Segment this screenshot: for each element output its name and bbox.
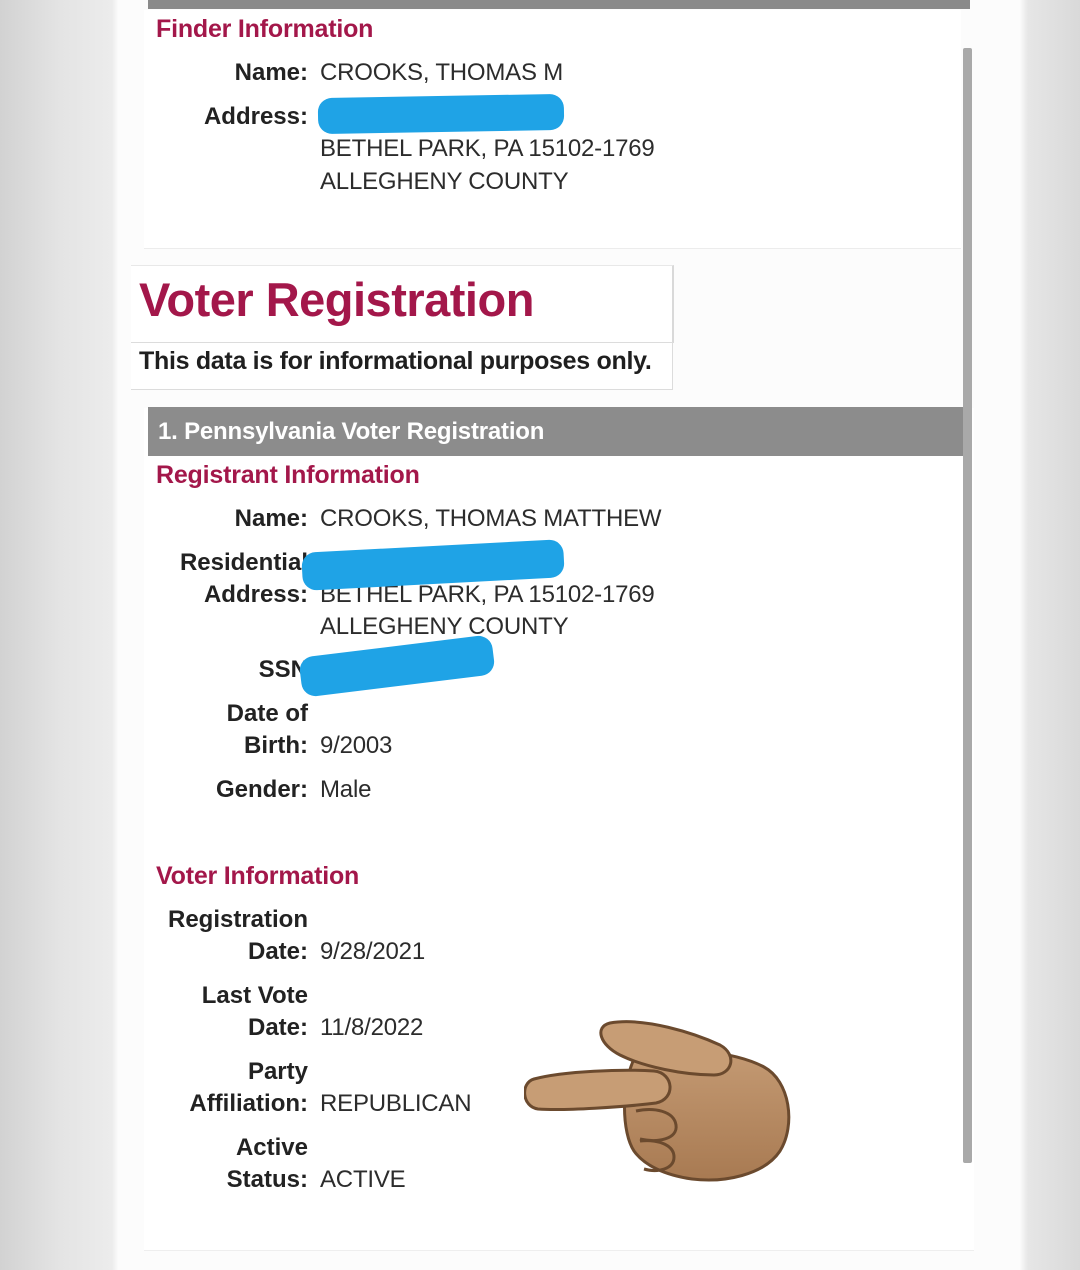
page-title: Voter Registration	[139, 273, 534, 326]
finder-address-label: Address:	[203, 103, 308, 130]
dob-value: 9/2003	[320, 732, 393, 759]
party-label-line1: Party	[247, 1058, 308, 1085]
party-affiliation-value: REPUBLICAN	[320, 1090, 472, 1117]
finder-name-value: CROOKS, THOMAS M	[320, 59, 564, 86]
registration-date-value: 9/28/2021	[320, 938, 425, 965]
record-header-label: 1. Pennsylvania Voter Registration	[158, 418, 545, 445]
last-vote-label-line1: Last Vote	[201, 982, 308, 1009]
registrant-section-title: Registrant Information	[156, 461, 420, 489]
gender-value: Male	[320, 776, 372, 803]
registrant-name-value: CROOKS, THOMAS MATTHEW	[320, 505, 662, 532]
voter-info-section-title: Voter Information	[156, 862, 360, 890]
finder-address-line3: ALLEGHENY COUNTY	[320, 168, 569, 195]
residential-address-line3: ALLEGHENY COUNTY	[320, 613, 569, 640]
top-bar	[148, 0, 970, 9]
registration-label-line2: Date:	[247, 938, 308, 965]
last-vote-date-value: 11/8/2022	[320, 1014, 424, 1041]
redaction-mark-finder-address	[317, 93, 565, 135]
status-label-line1: Active	[235, 1134, 308, 1161]
residential-label-line2: Address:	[203, 581, 308, 608]
dob-label-line1: Date of	[226, 700, 308, 727]
finder-name-label: Name:	[234, 59, 308, 86]
finder-section-title: Finder Information	[156, 15, 374, 43]
record-header: 1. Pennsylvania Voter Registration	[148, 407, 970, 456]
residential-label-line1: Residential	[179, 549, 308, 576]
registrant-name-label: Name:	[234, 505, 308, 532]
disclaimer-text: This data is for informational purposes …	[139, 347, 652, 375]
finder-address-line2: BETHEL PARK, PA 15102-1769	[320, 135, 655, 162]
dob-label-line2: Birth:	[244, 732, 308, 759]
active-status-value: ACTIVE	[320, 1166, 406, 1193]
registration-label-line1: Registration	[167, 906, 308, 933]
pointing-hand-icon	[524, 1020, 791, 1182]
status-label-line2: Status:	[226, 1166, 308, 1193]
gender-label: Gender:	[215, 776, 308, 803]
party-label-line2: Affiliation:	[189, 1090, 308, 1117]
last-vote-label-line2: Date:	[247, 1014, 308, 1041]
scrollbar[interactable]	[963, 48, 972, 1163]
